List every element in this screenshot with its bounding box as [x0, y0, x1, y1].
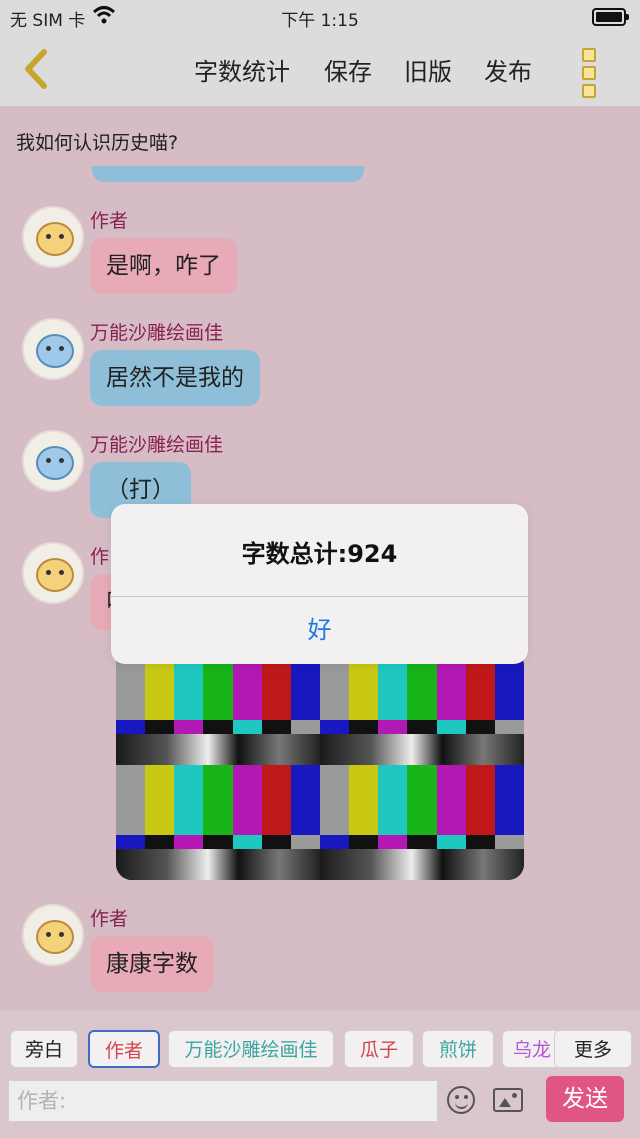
avatar[interactable] [22, 430, 84, 492]
battery-icon [592, 8, 629, 26]
save-button[interactable]: 保存 [324, 52, 372, 87]
alert-ok-button[interactable]: 好 [111, 596, 528, 664]
test-pattern-tile [320, 765, 524, 880]
story-title: 我如何认识历史喵? [16, 132, 179, 154]
status-time: 下午 1:15 [281, 11, 359, 31]
publish-button[interactable]: 发布 [484, 52, 532, 87]
more-menu-icon[interactable] [578, 48, 600, 98]
test-pattern-tile [116, 765, 320, 880]
avatar[interactable] [22, 318, 84, 380]
role-chip-jianbing[interactable]: 煎饼 [422, 1030, 494, 1068]
alert-message: 字数总计:924 [241, 540, 398, 568]
back-chevron-icon[interactable] [18, 44, 58, 94]
message-bubble[interactable]: 康康字数 [90, 936, 214, 992]
message-bubble[interactable]: 是啊，咋了 [90, 238, 237, 294]
message-input[interactable]: 作者: [8, 1080, 438, 1122]
role-chip-character[interactable]: 万能沙雕绘画佳 [168, 1030, 334, 1068]
role-chip-narration[interactable]: 旁白 [10, 1030, 78, 1068]
message-bubble-partial [92, 166, 364, 182]
avatar[interactable] [22, 542, 84, 604]
test-pattern-tile [116, 650, 320, 765]
image-icon[interactable] [493, 1088, 523, 1112]
compose-toolbar: 旁白 作者 万能沙雕绘画佳 瓜子 煎饼 乌龙 更多 作者: 发送 [0, 1010, 640, 1138]
test-pattern-image[interactable] [116, 650, 524, 880]
role-chip-author[interactable]: 作者 [88, 1030, 160, 1068]
role-chip-wulong[interactable]: 乌龙 [502, 1030, 562, 1068]
nav-bar: 字数统计 保存 旧版 发布 [0, 32, 640, 106]
sender-name: 万能沙雕绘画佳 [90, 322, 224, 344]
word-count-button[interactable]: 字数统计 [194, 52, 290, 87]
more-roles-button[interactable]: 更多 [554, 1030, 632, 1068]
emoji-icon[interactable] [447, 1086, 475, 1114]
test-pattern-tile [320, 650, 524, 765]
status-bar: 无 SIM 卡 下午 1:15 [0, 0, 640, 32]
old-version-button[interactable]: 旧版 [404, 52, 452, 87]
message-bubble[interactable]: 居然不是我的 [90, 350, 260, 406]
role-chip-guazi[interactable]: 瓜子 [344, 1030, 414, 1068]
sender-name: 作者 [90, 908, 129, 930]
word-count-alert: 字数总计:924 好 [111, 504, 528, 664]
avatar[interactable] [22, 904, 84, 966]
send-button[interactable]: 发送 [546, 1076, 624, 1122]
avatar[interactable] [22, 206, 84, 268]
sender-name: 万能沙雕绘画佳 [90, 434, 224, 456]
sender-name: 作 [90, 546, 110, 568]
sender-name: 作者 [90, 210, 129, 232]
